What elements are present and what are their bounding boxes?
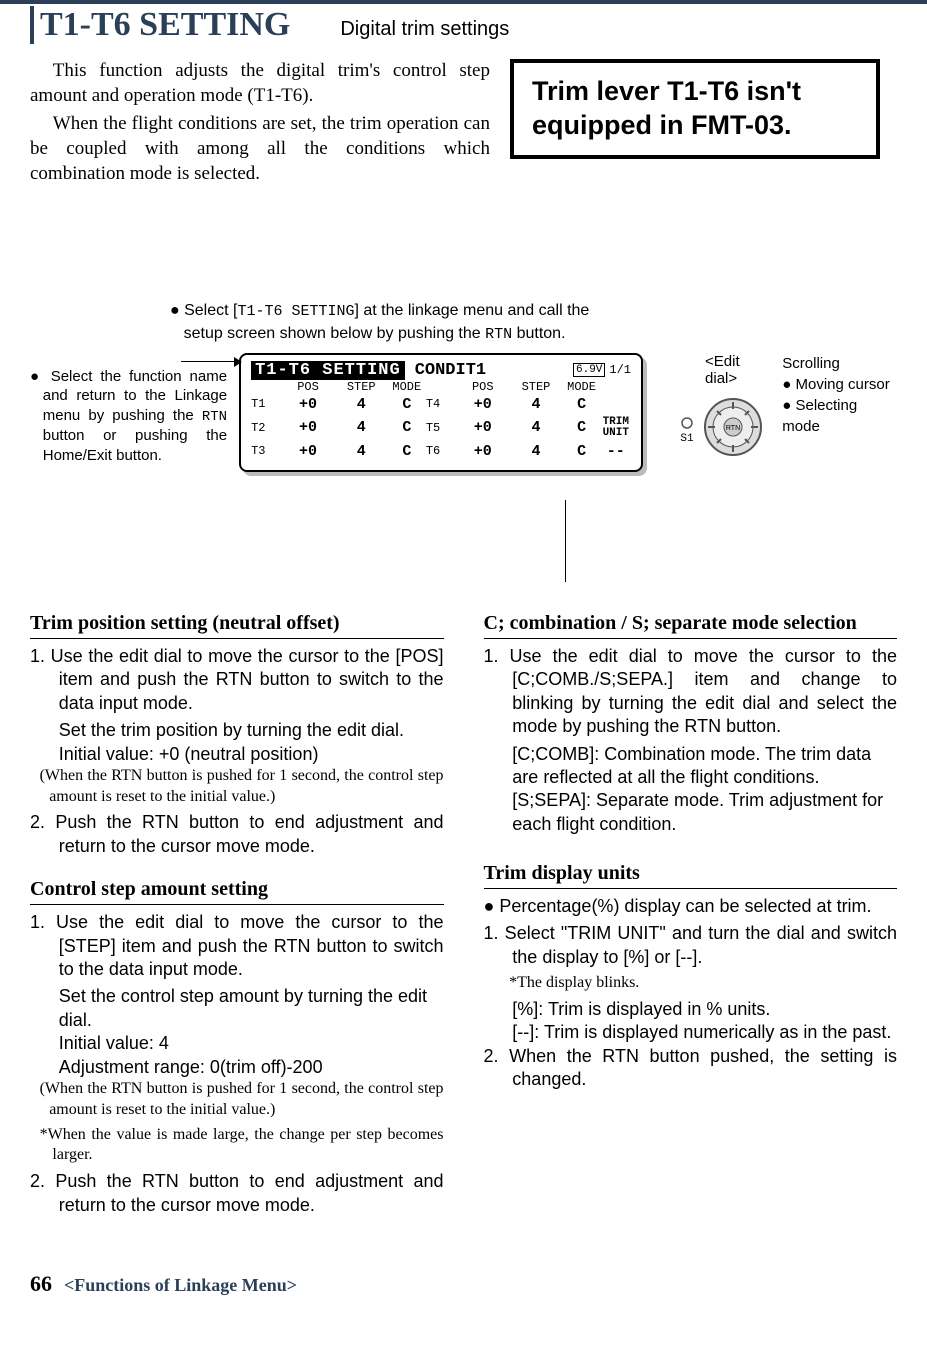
- lcd-t6-mode: C: [563, 441, 601, 462]
- lcd-dash: --: [601, 441, 631, 462]
- r2-b: ● Percentage(%) display can be selected …: [484, 895, 898, 918]
- lcd-t5-pos: +0: [456, 415, 509, 441]
- col-step-l: STEP: [335, 380, 388, 394]
- intro-p2: When the flight conditions are set, the …: [30, 112, 490, 186]
- lcd-t3-pos: +0: [281, 441, 334, 462]
- sec-units: Trim display units: [484, 860, 898, 889]
- left-code: RTN: [202, 409, 227, 425]
- l2-note2: *When the value is made large, the chang…: [30, 1125, 444, 1167]
- r2-2: [%]: Trim is displayed in % units.: [484, 998, 898, 1021]
- lcd-t1-pos: +0: [281, 394, 334, 415]
- col-pos-r: POS: [456, 380, 509, 394]
- lcd-page: 1/1: [609, 363, 631, 377]
- intro-text: This function adjusts the digital trim's…: [30, 59, 490, 190]
- page-title: T1-T6 SETTING: [40, 6, 290, 44]
- lcd-t6: T6: [426, 441, 456, 462]
- intro-p1: This function adjusts the digital trim's…: [30, 59, 490, 108]
- lcd-t4-step: 4: [509, 394, 562, 415]
- lcd-t1: T1: [251, 394, 281, 415]
- lcd-cond: CONDIT1: [415, 361, 486, 380]
- col-mode-l: MODE: [388, 380, 426, 394]
- lcd-t4-pos: +0: [456, 394, 509, 415]
- edit-dial-icon: S1 RTN: [675, 387, 765, 467]
- mid-pre: ● Select [: [170, 302, 237, 319]
- lcd-t5-step: 4: [509, 415, 562, 441]
- footer: 66 <Functions of Linkage Menu>: [30, 1271, 897, 1297]
- lcd-t2-pos: +0: [281, 415, 334, 441]
- col-mode-r: MODE: [563, 380, 601, 394]
- footer-text: <Functions of Linkage Menu>: [64, 1275, 297, 1296]
- lcd-t6-pos: +0: [456, 441, 509, 462]
- lcd-t2-step: 4: [335, 415, 388, 441]
- left-post: button or pushing the Home/Exit button.: [43, 427, 227, 464]
- dial-b2: ● Selecting mode: [782, 395, 897, 437]
- lcd-row: T2 +0 4 C T5 +0 4 C TRIMUNIT: [251, 415, 631, 441]
- mid-instruction: ● Select [T1-T6 SETTING] at the linkage …: [170, 300, 610, 345]
- right-column: C; combination / S; separate mode select…: [484, 602, 898, 1221]
- l1-4: 2. Push the RTN button to end adjustment…: [30, 811, 444, 858]
- callout-box: Trim lever T1-T6 isn't equipped in FMT-0…: [510, 59, 880, 159]
- lcd-t2: T2: [251, 415, 281, 441]
- svg-text:RTN: RTN: [726, 425, 740, 432]
- r1-2: [C;COMB]: Combination mode. The trim dat…: [484, 743, 898, 790]
- mid-end: button.: [512, 325, 565, 342]
- col-pos-l: POS: [281, 380, 334, 394]
- left-column: Trim position setting (neutral offset) 1…: [30, 602, 444, 1221]
- lcd-title: T1-T6 SETTING: [251, 361, 405, 380]
- lcd-t5: T5: [426, 415, 456, 441]
- dial-scrolling: Scrolling: [782, 353, 897, 374]
- dial-label: <Edit dial>: [705, 353, 774, 387]
- l2-1: 1. Use the edit dial to move the cursor …: [30, 911, 444, 981]
- l2-2: Set the control step amount by turning t…: [30, 985, 444, 1032]
- lcd-t2-mode: C: [388, 415, 426, 441]
- lcd-trim-unit: TRIMUNIT: [601, 415, 631, 441]
- r1-1: 1. Use the edit dial to move the cursor …: [484, 645, 898, 739]
- left-pre: ● Select the function name and return to…: [30, 368, 227, 424]
- page-number: 66: [30, 1271, 52, 1297]
- lcd-t3-mode: C: [388, 441, 426, 462]
- r1-3: [S;SEPA]: Separate mode. Trim adjustment…: [484, 789, 898, 836]
- dial-b1: ● Moving cursor: [782, 374, 897, 395]
- r2-1: 1. Select "TRIM UNIT" and turn the dial …: [484, 922, 898, 969]
- dial-area: <Edit dial> S1 RTN: [675, 353, 897, 471]
- l1-1: 1. Use the edit dial to move the cursor …: [30, 645, 444, 715]
- lcd-row: T3 +0 4 C T6 +0 4 C --: [251, 441, 631, 462]
- mid-code2: RTN: [485, 326, 512, 343]
- svg-text:S1: S1: [680, 433, 694, 445]
- col-step-r: STEP: [509, 380, 562, 394]
- lcd-t4-mode: C: [563, 394, 601, 415]
- l2-5: 2. Push the RTN button to end adjustment…: [30, 1170, 444, 1217]
- lcd-t3-step: 4: [335, 441, 388, 462]
- sec-step: Control step amount setting: [30, 876, 444, 905]
- l1-note: (When the RTN button is pushed for 1 sec…: [30, 766, 444, 808]
- lcd-batt: 6.9V: [573, 363, 605, 377]
- lcd-table: POS STEP MODE POS STEP MODE T1 +0 4 C T4…: [251, 380, 631, 462]
- l1-2: Set the trim position by turning the edi…: [30, 719, 444, 742]
- lcd-screen: T1-T6 SETTING CONDIT1 6.9V 1/1 POS STEP …: [239, 353, 643, 472]
- lcd-row: T1 +0 4 C T4 +0 4 C: [251, 394, 631, 415]
- lcd-t6-step: 4: [509, 441, 562, 462]
- r2-3: [--]: Trim is displayed numerically as i…: [484, 1021, 898, 1044]
- r2-note: *The display blinks.: [484, 973, 898, 994]
- lcd-t5-mode: C: [563, 415, 601, 441]
- l1-3: Initial value: +0 (neutral position): [30, 743, 444, 766]
- page-subtitle: Digital trim settings: [340, 18, 509, 41]
- lcd-t4: T4: [426, 394, 456, 415]
- mid-code: T1-T6 SETTING: [237, 303, 354, 320]
- lcd-t1-mode: C: [388, 394, 426, 415]
- l2-4: Adjustment range: 0(trim off)-200: [30, 1056, 444, 1079]
- left-note: ● Select the function name and return to…: [30, 367, 227, 465]
- sec-comb: C; combination / S; separate mode select…: [484, 610, 898, 639]
- l2-3: Initial value: 4: [30, 1032, 444, 1055]
- lcd-t1-step: 4: [335, 394, 388, 415]
- l2-note1: (When the RTN button is pushed for 1 sec…: [30, 1079, 444, 1121]
- lcd-t3: T3: [251, 441, 281, 462]
- title-row: T1-T6 SETTING Digital trim settings: [30, 6, 897, 44]
- sec-trim-pos: Trim position setting (neutral offset): [30, 610, 444, 639]
- r2-4: 2. When the RTN button pushed, the setti…: [484, 1045, 898, 1092]
